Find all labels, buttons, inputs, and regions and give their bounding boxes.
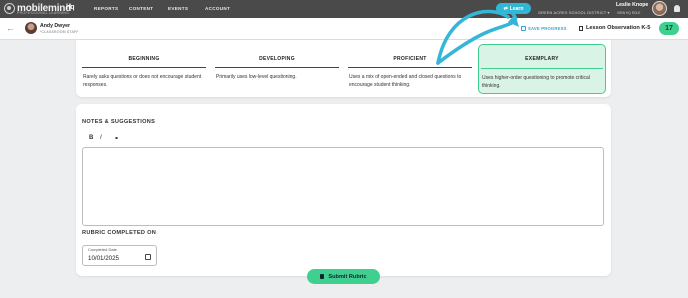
level-title: DEVELOPING bbox=[259, 56, 295, 62]
nav-reports[interactable]: REPORTS bbox=[94, 6, 118, 11]
shuffle-icon: ⇄ bbox=[503, 5, 508, 12]
completed-on-title: RUBRIC COMPLETED ON bbox=[82, 230, 157, 236]
save-progress-label: SAVE PROGRESS bbox=[528, 26, 567, 31]
user-avatar[interactable] bbox=[652, 1, 667, 16]
teacher-role: *CLASSROOM STAFF bbox=[40, 30, 79, 34]
rubric-level-exemplary[interactable]: EXEMPLARY Uses higher-order questioning … bbox=[478, 44, 606, 94]
divider bbox=[215, 67, 339, 68]
observation-title-text: Lesson Observation K-5 bbox=[586, 25, 651, 31]
top-nav: mobilemind PROFESSIONAL LEARNING hq REPO… bbox=[0, 0, 688, 18]
count-badge: 17 bbox=[659, 22, 679, 35]
logo-subtitle: PROFESSIONAL LEARNING bbox=[17, 11, 70, 15]
date-label: Completed Date bbox=[88, 247, 117, 252]
submit-label: Submit Rubric bbox=[328, 273, 367, 280]
rubric-level-developing[interactable]: DEVELOPING Primarily uses low-level ques… bbox=[213, 44, 341, 94]
nav-events[interactable]: EVENTS bbox=[168, 6, 188, 11]
rubric-level-beginning[interactable]: BEGINNING Rarely asks questions or does … bbox=[80, 44, 208, 94]
level-description: Uses higher-order questioning to promote… bbox=[482, 75, 590, 89]
logo-icon bbox=[4, 3, 15, 14]
notification-bell-icon[interactable] bbox=[674, 5, 680, 12]
calendar-icon[interactable] bbox=[145, 254, 151, 260]
teacher-avatar bbox=[25, 22, 37, 34]
learn-button[interactable]: ⇄ Learn bbox=[496, 3, 531, 14]
learn-label: Learn bbox=[509, 5, 524, 12]
level-title: EXEMPLARY bbox=[525, 56, 559, 62]
user-name: Leslie Knope bbox=[616, 2, 649, 8]
notes-textarea[interactable] bbox=[82, 147, 604, 226]
notes-card: NOTES & SUGGESTIONS B I ⚭ RUBRIC COMPLET… bbox=[76, 104, 611, 276]
level-description: Primarily uses low-level questioning. bbox=[216, 74, 297, 80]
rubric-level-proficient[interactable]: PROFICIENT Uses a mix of open-ended and … bbox=[346, 44, 474, 94]
bold-button[interactable]: B bbox=[89, 135, 93, 141]
divider bbox=[348, 67, 472, 68]
link-icon[interactable]: ⚭ bbox=[114, 135, 119, 142]
level-description: Uses a mix of open-ended and closed ques… bbox=[349, 74, 462, 88]
observation-title: Lesson Observation K-5 bbox=[579, 25, 650, 31]
teacher-name: Andy Dwyer bbox=[40, 23, 70, 29]
document-icon bbox=[579, 25, 583, 31]
date-value: 10/01/2025 bbox=[88, 255, 119, 262]
completed-date-field[interactable]: Completed Date 10/01/2025 bbox=[82, 245, 157, 266]
submit-rubric-button[interactable]: Submit Rubric bbox=[307, 269, 380, 284]
nav-account[interactable]: ACCOUNT bbox=[205, 6, 230, 11]
italic-button[interactable]: I bbox=[100, 135, 102, 141]
save-progress-button[interactable]: SAVE PROGRESS bbox=[521, 26, 567, 31]
view-role-link[interactable]: VIEW HQ ROLE bbox=[617, 11, 640, 15]
notes-title: NOTES & SUGGESTIONS bbox=[82, 119, 156, 125]
back-arrow-icon[interactable]: ← bbox=[6, 23, 15, 33]
level-title: PROFICIENT bbox=[393, 56, 427, 62]
nav-content[interactable]: CONTENT bbox=[129, 6, 153, 11]
district-label: GREEN ACRES SCHOOL DISTRICT bbox=[538, 11, 607, 15]
divider bbox=[481, 68, 603, 69]
district-selector[interactable]: GREEN ACRES SCHOOL DISTRICT ▾ bbox=[538, 10, 610, 15]
level-description: Rarely asks questions or does not encour… bbox=[83, 74, 202, 88]
rubric-levels-card: BEGINNING Rarely asks questions or does … bbox=[76, 40, 611, 97]
sub-header: ← Andy Dwyer *CLASSROOM STAFF SAVE PROGR… bbox=[0, 18, 688, 40]
save-icon bbox=[521, 26, 526, 31]
nav-hq[interactable]: hq bbox=[66, 4, 75, 11]
level-title: BEGINNING bbox=[128, 56, 160, 62]
divider bbox=[82, 67, 206, 68]
clipboard-icon bbox=[320, 274, 325, 279]
